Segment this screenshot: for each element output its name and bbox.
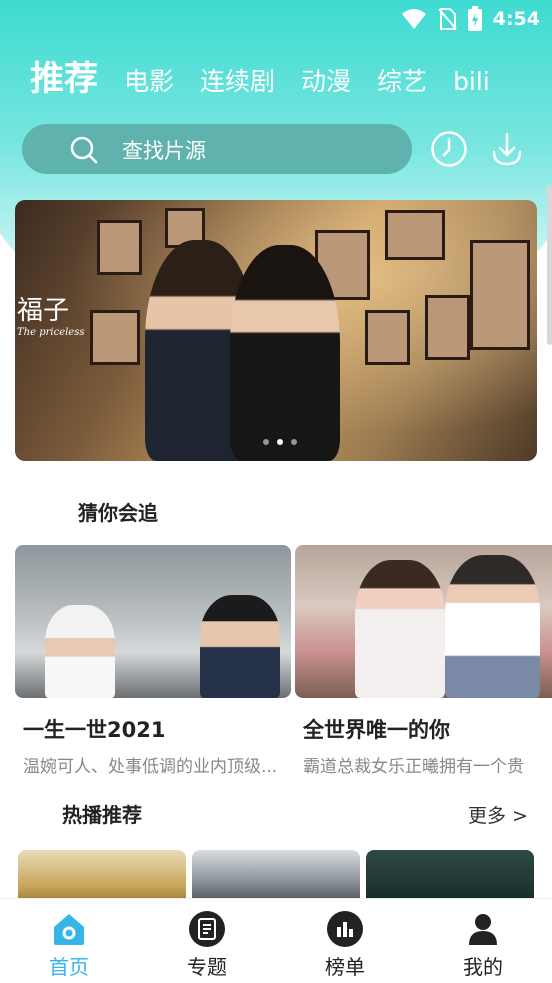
search-row: 查找片源 — [22, 124, 532, 174]
download-icon[interactable] — [488, 130, 526, 168]
wifi-icon — [401, 9, 426, 29]
banner-frame — [470, 240, 530, 350]
status-time: 4:54 — [492, 8, 540, 30]
card-thumbnail[interactable] — [15, 545, 291, 698]
bottom-nav-ranking[interactable]: 榜单 — [276, 899, 414, 983]
bottom-nav-label: 专题 — [187, 955, 227, 979]
card-description: 霸道总裁女乐正曦拥有一个贵 — [303, 757, 524, 777]
battery-icon — [467, 6, 482, 31]
banner-frame — [97, 220, 142, 275]
card-description: 温婉可人、处事低调的业内顶级... — [23, 757, 278, 777]
card-figure — [355, 560, 445, 698]
status-bar: 4:54 — [0, 0, 552, 38]
scroll-indicator — [547, 185, 552, 345]
more-link[interactable]: 更多 > — [468, 801, 528, 828]
search-icon — [70, 136, 98, 164]
bottom-nav-label: 榜单 — [325, 955, 365, 979]
category-tabs: 推荐 电影 连续剧 动漫 综艺 bili — [30, 52, 552, 102]
user-icon — [469, 914, 497, 945]
banner-caption: 福子 The priceless — [17, 290, 85, 338]
tab-recommend[interactable]: 推荐 — [30, 56, 98, 102]
tab-movie[interactable]: 电影 — [124, 62, 174, 102]
search-placeholder: 查找片源 — [122, 139, 206, 163]
tab-series[interactable]: 连续剧 — [200, 62, 275, 102]
video-card[interactable]: 全世界唯一的你 霸道总裁女乐正曦拥有一个贵 — [295, 545, 552, 777]
bottom-nav-label: 首页 — [49, 955, 89, 979]
section-title-hot: 热播推荐 — [62, 803, 142, 827]
history-icon[interactable] — [430, 130, 468, 168]
carousel-dot[interactable] — [291, 439, 297, 445]
card-title: 一生一世2021 — [23, 718, 166, 742]
banner-frame — [90, 310, 140, 365]
banner-caption-subtitle: The priceless — [17, 327, 85, 338]
card-thumbnail[interactable] — [295, 545, 552, 698]
section-title-guess: 猜你会追 — [78, 501, 158, 525]
home-icon — [54, 914, 84, 945]
bottom-nav-mine[interactable]: 我的 — [414, 899, 552, 983]
carousel-dot[interactable] — [277, 439, 283, 445]
banner-person — [230, 245, 340, 461]
card-title: 全世界唯一的你 — [303, 718, 450, 742]
video-card[interactable]: 一生一世2021 温婉可人、处事低调的业内顶级... — [15, 545, 291, 777]
banner-carousel[interactable]: 福子 The priceless — [15, 200, 537, 461]
bottom-navigation: 首页 专题 榜单 我的 — [0, 898, 552, 983]
chart-icon — [327, 911, 363, 947]
banner-frame — [385, 210, 445, 260]
bottom-nav-topic[interactable]: 专题 — [138, 899, 276, 983]
tab-anime[interactable]: 动漫 — [301, 62, 351, 102]
no-sim-icon — [437, 8, 457, 30]
search-input[interactable]: 查找片源 — [22, 124, 412, 174]
bottom-nav-home[interactable]: 首页 — [0, 899, 138, 983]
tab-variety[interactable]: 综艺 — [377, 62, 427, 102]
banner-frame — [365, 310, 410, 365]
topic-icon — [189, 911, 225, 947]
carousel-dot[interactable] — [263, 439, 269, 445]
tab-bili[interactable]: bili — [453, 62, 490, 102]
card-figure — [445, 555, 540, 698]
banner-frame — [425, 295, 470, 360]
card-figure — [45, 605, 115, 698]
card-figure — [200, 595, 280, 698]
bottom-nav-label: 我的 — [463, 955, 503, 979]
carousel-dots — [263, 439, 297, 445]
banner-caption-title: 福子 — [17, 296, 70, 326]
